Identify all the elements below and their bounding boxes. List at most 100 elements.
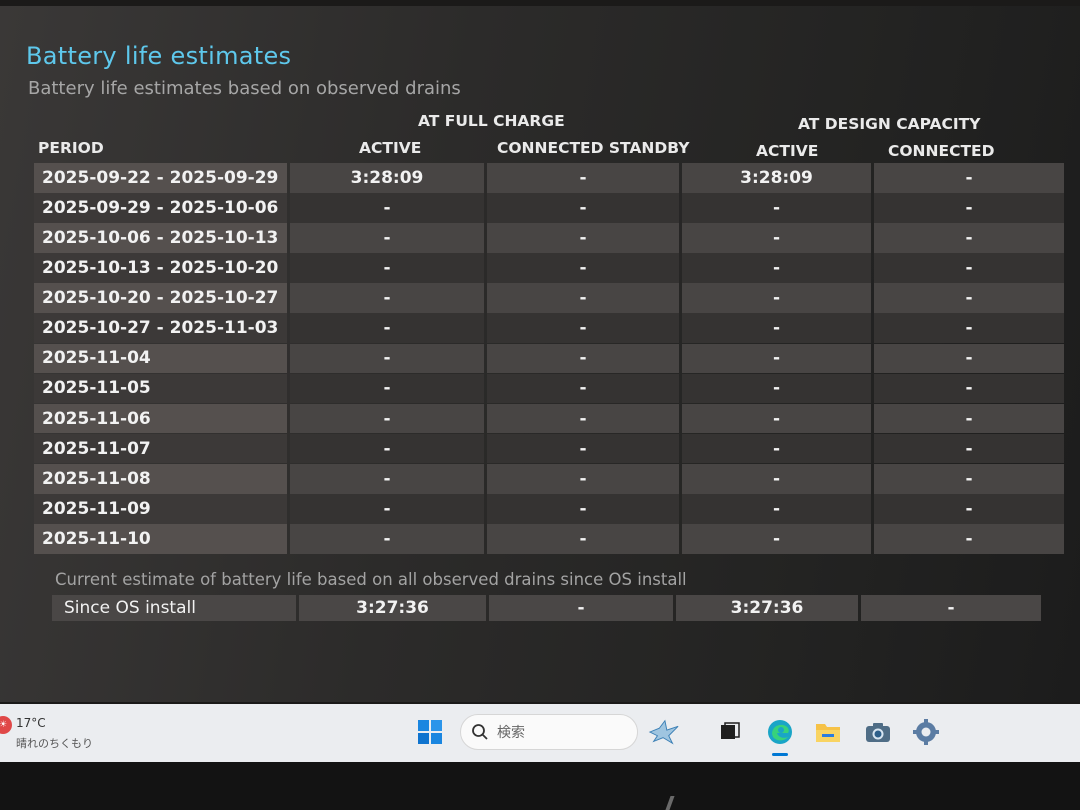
fc-active-cell: -	[290, 283, 484, 313]
period-cell: 2025-11-08	[34, 463, 287, 494]
since-fc-standby-cell: -	[489, 595, 673, 621]
fc-standby-cell: -	[487, 373, 679, 404]
dc-standby-cell: -	[874, 494, 1064, 524]
dc-active-cell: -	[682, 403, 871, 434]
dc-standby-cell: -	[874, 463, 1064, 494]
fc-active-cell: -	[290, 373, 484, 404]
header-full-charge: AT FULL CHARGE	[418, 112, 565, 130]
dc-active-cell: -	[682, 524, 871, 554]
weather-alert-icon: ☀	[0, 716, 12, 734]
active-indicator	[772, 753, 788, 756]
fc-standby-cell: -	[487, 433, 679, 464]
fc-standby-cell: -	[487, 494, 679, 524]
edge-icon[interactable]	[764, 716, 796, 756]
fc-standby-cell: -	[487, 223, 679, 253]
fc-active-cell: -	[290, 494, 484, 524]
header-fc-standby: CONNECTED STANDBY	[497, 139, 690, 157]
period-cell: 2025-11-04	[34, 343, 287, 374]
period-cell: 2025-11-09	[34, 494, 287, 524]
period-cell: 2025-11-07	[34, 433, 287, 464]
dc-active-cell: -	[682, 373, 871, 404]
fc-active-cell: 3:28:09	[290, 163, 484, 193]
dc-standby-cell: -	[874, 433, 1064, 464]
table-row: 2025-10-06 - 2025-10-13 - - - -	[34, 223, 1070, 253]
fc-standby-cell: -	[487, 343, 679, 374]
table-row: 2025-10-27 - 2025-11-03 - - - -	[34, 313, 1070, 344]
since-install-note: Current estimate of battery life based o…	[55, 570, 687, 589]
taskbar: ☀ 17°C 晴れのちくもり 検索	[0, 704, 1080, 762]
fc-active-cell: -	[290, 463, 484, 494]
dc-standby-cell: -	[874, 193, 1064, 223]
table-row: 2025-11-07 - - - -	[34, 433, 1070, 464]
period-cell: 2025-11-06	[34, 403, 287, 434]
fc-standby-cell: -	[487, 163, 679, 193]
crane-widget-icon[interactable]	[648, 716, 680, 748]
dc-active-cell: -	[682, 343, 871, 374]
fc-standby-cell: -	[487, 524, 679, 554]
fc-standby-cell: -	[487, 403, 679, 434]
dc-active-cell: -	[682, 494, 871, 524]
table-row: 2025-11-08 - - - -	[34, 463, 1070, 494]
dc-standby-cell: -	[874, 253, 1064, 283]
since-fc-active-cell: 3:27:36	[299, 595, 486, 621]
camera-icon[interactable]	[862, 716, 894, 748]
dc-standby-cell: -	[874, 524, 1064, 554]
dc-standby-cell: -	[874, 403, 1064, 434]
fc-standby-cell: -	[487, 253, 679, 283]
fc-active-cell: -	[290, 193, 484, 223]
header-dc-active: ACTIVE	[756, 142, 819, 160]
since-dc-standby-cell: -	[861, 595, 1041, 621]
page-title: Battery life estimates	[26, 42, 292, 70]
period-cell: 2025-10-27 - 2025-11-03	[34, 313, 287, 344]
dc-active-cell: -	[682, 283, 871, 313]
since-dc-active-cell: 3:27:36	[676, 595, 858, 621]
table-row: 2025-11-06 - - - -	[34, 403, 1070, 434]
dc-active-cell: -	[682, 433, 871, 464]
since-install-row: Since OS install 3:27:36 - 3:27:36 -	[52, 595, 1041, 621]
period-cell: 2025-10-13 - 2025-10-20	[34, 253, 287, 283]
laptop-bezel	[0, 762, 1080, 810]
dc-standby-cell: -	[874, 163, 1064, 193]
period-cell: 2025-09-29 - 2025-10-06	[34, 193, 287, 223]
file-explorer-icon[interactable]	[812, 716, 844, 748]
settings-icon[interactable]	[910, 716, 942, 748]
period-cell: 2025-11-05	[34, 373, 287, 404]
dc-standby-cell: -	[874, 343, 1064, 374]
fc-standby-cell: -	[487, 313, 679, 344]
dc-active-cell: -	[682, 253, 871, 283]
period-cell: 2025-10-06 - 2025-10-13	[34, 223, 287, 253]
dc-active-cell: -	[682, 193, 871, 223]
fc-standby-cell: -	[487, 283, 679, 313]
weather-widget[interactable]: ☀ 17°C 晴れのちくもり	[0, 714, 110, 754]
dc-standby-cell: -	[874, 223, 1064, 253]
period-cell: 2025-10-20 - 2025-10-27	[34, 283, 287, 313]
dc-standby-cell: -	[874, 313, 1064, 344]
fc-standby-cell: -	[487, 193, 679, 223]
since-install-label: Since OS install	[52, 595, 296, 621]
dc-standby-cell: -	[874, 283, 1064, 313]
table-row: 2025-10-13 - 2025-10-20 - - - -	[34, 253, 1070, 283]
fc-active-cell: -	[290, 403, 484, 434]
table-row: 2025-09-29 - 2025-10-06 - - - -	[34, 193, 1070, 223]
dc-active-cell: -	[682, 223, 871, 253]
table-row: 2025-11-09 - - - -	[34, 494, 1070, 524]
search-icon	[472, 724, 488, 740]
period-cell: 2025-11-10	[34, 524, 287, 554]
weather-temp: 17°C	[16, 716, 46, 730]
header-period: PERIOD	[38, 139, 104, 157]
estimates-table: 2025-09-22 - 2025-09-29 3:28:09 - 3:28:0…	[34, 163, 1070, 554]
fc-active-cell: -	[290, 313, 484, 344]
table-row: 2025-09-22 - 2025-09-29 3:28:09 - 3:28:0…	[34, 163, 1070, 193]
task-view-icon[interactable]	[714, 716, 746, 748]
fc-active-cell: -	[290, 343, 484, 374]
fc-active-cell: -	[290, 524, 484, 554]
fc-standby-cell: -	[487, 463, 679, 494]
windows-start-icon[interactable]	[414, 716, 446, 748]
table-row: 2025-11-05 - - - -	[34, 373, 1070, 404]
dc-standby-cell: -	[874, 373, 1064, 404]
taskbar-search-box[interactable]: 検索	[460, 714, 638, 750]
page-subtitle: Battery life estimates based on observed…	[28, 78, 461, 99]
search-placeholder: 検索	[497, 725, 525, 741]
table-row: 2025-11-04 - - - -	[34, 343, 1070, 374]
header-design-capacity: AT DESIGN CAPACITY	[798, 115, 981, 133]
